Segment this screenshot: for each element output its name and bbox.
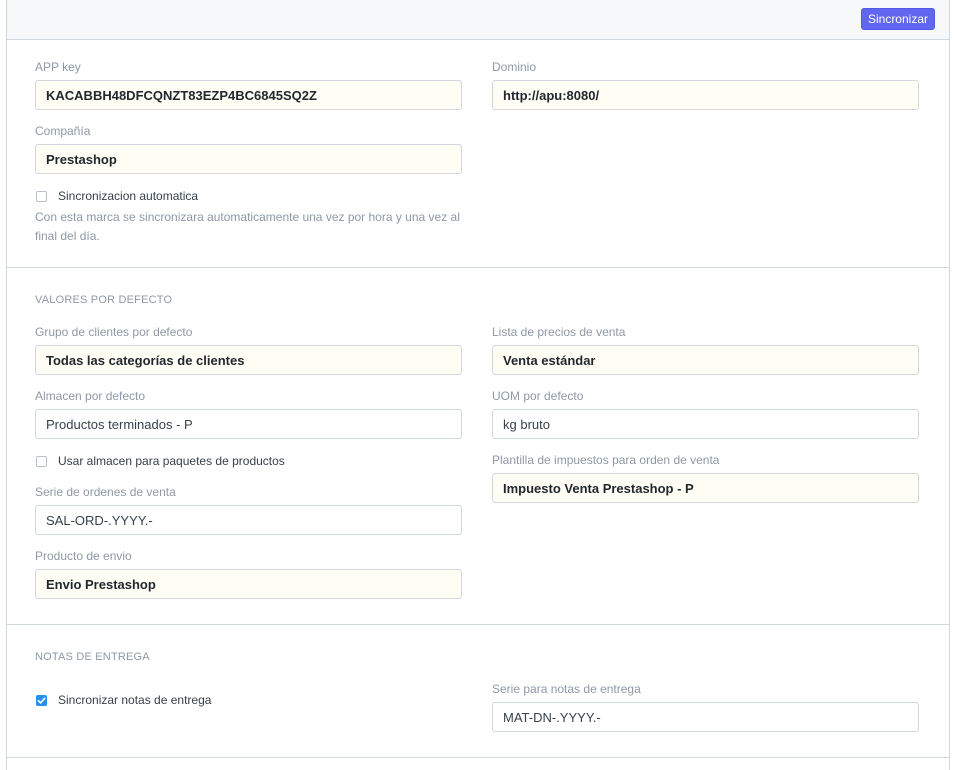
price-list-field[interactable]: Venta estándar	[492, 345, 919, 375]
auto-sync-row[interactable]: Sincronizacion automatica	[36, 189, 198, 203]
delivery-series-field[interactable]: MAT-DN-.YYYY.-	[492, 702, 919, 732]
uom-field[interactable]: kg bruto	[492, 409, 919, 439]
domain-field[interactable]: http://apu:8080/	[492, 80, 919, 110]
sync-notes-row[interactable]: Sincronizar notas de entrega	[36, 693, 211, 707]
form-toolbar: Sincronizar	[7, 0, 949, 40]
app-key-label: APP key	[35, 60, 81, 74]
use-warehouse-checkbox[interactable]	[36, 455, 47, 467]
price-list-label: Lista de precios de venta	[492, 325, 626, 339]
auto-sync-help: Con esta marca se sincronizara automatic…	[35, 210, 460, 243]
customer-group-label: Grupo de clientes por defecto	[35, 325, 193, 339]
app-key-field[interactable]: KACABBH48DFCQNZT83EZP4BC6845SQ2Z	[35, 80, 462, 110]
shipping-product-label: Producto de envio	[35, 549, 132, 563]
use-warehouse-label: Usar almacen para paquetes de productos	[58, 454, 285, 468]
auto-sync-label: Sincronizacion automatica	[58, 189, 199, 203]
delivery-series-label: Serie para notas de entrega	[492, 682, 641, 696]
customer-group-field[interactable]: Todas las categorías de clientes	[35, 345, 462, 375]
sync-button[interactable]: Sincronizar	[860, 8, 935, 30]
defaults-section: VALORES POR DEFECTO Grupo de clientes po…	[7, 268, 949, 625]
check-icon	[37, 697, 46, 704]
warehouse-label: Almacen por defecto	[35, 389, 146, 403]
sales-series-label: Serie de ordenes de venta	[35, 485, 176, 499]
sales-series-field[interactable]: SAL-ORD-.YYYY.-	[35, 505, 462, 535]
auto-sync-checkbox[interactable]	[36, 190, 47, 202]
warehouse-field[interactable]: Productos terminados - P	[35, 409, 462, 439]
delivery-heading: NOTAS DE ENTREGA	[35, 651, 150, 663]
connection-section: APP key KACABBH48DFCQNZT83EZP4BC6845SQ2Z…	[7, 41, 949, 268]
company-label: Compañía	[35, 124, 91, 138]
tax-template-label: Plantilla de impuestos para orden de ven…	[492, 453, 720, 467]
use-warehouse-row[interactable]: Usar almacen para paquetes de productos	[36, 454, 285, 468]
delivery-section: NOTAS DE ENTREGA Sincronizar notas de en…	[7, 625, 949, 758]
sync-notes-label: Sincronizar notas de entrega	[58, 693, 212, 707]
company-field[interactable]: Prestashop	[35, 144, 462, 174]
uom-label: UOM por defecto	[492, 389, 584, 403]
tax-template-field[interactable]: Impuesto Venta Prestashop - P	[492, 473, 919, 503]
domain-label: Dominio	[492, 60, 537, 74]
sync-notes-checkbox[interactable]	[36, 694, 47, 706]
shipping-product-field[interactable]: Envio Prestashop	[35, 569, 462, 599]
settings-form: Sincronizar APP key KACABBH48DFCQNZT83EZ…	[6, 0, 950, 770]
defaults-heading: VALORES POR DEFECTO	[35, 294, 173, 306]
